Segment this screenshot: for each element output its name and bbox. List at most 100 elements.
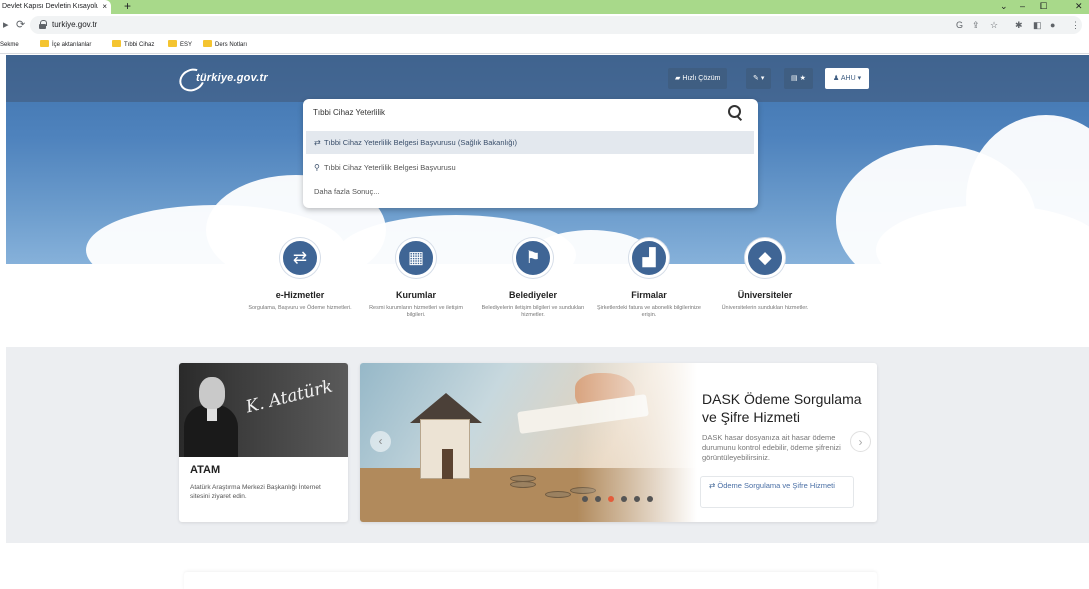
browser-tab-bar: Devlet Kapısı Devletin Kısayolu × + ⌄ – … — [0, 0, 1089, 14]
house-door-shape — [442, 449, 453, 479]
category-title: Firmalar — [631, 290, 667, 300]
content-section: K. Atatürk ATAM Atatürk Araştırma Merkez… — [6, 347, 1089, 543]
slide-link-label: Ödeme Sorgulama ve Şifre Hizmeti — [717, 481, 835, 490]
hand-shape — [575, 373, 635, 411]
user-name: AHU — [840, 75, 856, 82]
coin-stack — [545, 491, 571, 498]
graduation-cap-icon: ◆ — [745, 238, 785, 278]
category-desc: Üniversitelerin sundukları hizmetler. — [721, 305, 809, 311]
slider-dot[interactable] — [582, 496, 588, 502]
quick-solution-label: Hızlı Çözüm — [682, 75, 721, 82]
refresh-icon: ⇄ — [280, 238, 320, 278]
bookmark-star-icon[interactable]: ☆ — [990, 19, 998, 31]
coin-stack — [570, 487, 596, 494]
new-tab-button[interactable]: + — [124, 0, 131, 13]
slider-dot[interactable] — [595, 496, 601, 502]
search-icon: ⚲ — [314, 163, 320, 172]
news-slider: ‹ › DASK Ödeme Sorgulama ve Şifre Hizmet… — [360, 363, 877, 522]
bookmarks-bar: Sekme İçe aktarılanlar Tıbbi Cihaz ESY D… — [0, 36, 1089, 54]
category-title: e-Hizmetler — [275, 290, 325, 300]
category-desc: Sorgulama, Başvuru ve Ödeme hizmetleri. — [248, 305, 352, 311]
ataturk-collar — [207, 407, 217, 421]
search-icon[interactable] — [727, 104, 743, 120]
slider-dot[interactable] — [608, 496, 614, 502]
category-desc: Resmi kurumların hizmetleri ve iletişim … — [369, 305, 463, 318]
quick-solution-button[interactable]: ▰ Hızlı Çözüm — [668, 68, 728, 89]
chevron-down-icon: ▾ — [760, 75, 765, 82]
search-panel: ⇄Tıbbi Cihaz Yeterlilik Belgesi Başvurus… — [303, 99, 758, 208]
slider-prev-button[interactable]: ‹ — [370, 431, 391, 452]
logo-text: türkiye.gov.tr — [196, 72, 268, 84]
tab-search-icon[interactable]: ⌄ — [1000, 0, 1008, 13]
coin-stack — [510, 475, 536, 482]
ataturk-photo: K. Atatürk — [179, 363, 348, 457]
category-desc: Belediyelerin iletişim bilgileri ve sund… — [481, 305, 585, 318]
search-input[interactable] — [313, 104, 713, 120]
bottom-card — [184, 572, 877, 589]
wrench-icon: ✎ — [753, 75, 759, 82]
url-text: turkiye.gov.tr — [52, 20, 98, 29]
category-row: ⇄ e-Hizmetler Sorgulama, Başvuru ve Ödem… — [6, 238, 1089, 346]
slider-dot[interactable] — [621, 496, 627, 502]
browser-toolbar: ▸ ⟳ turkiye.gov.tr G ⇪ ☆ ✱ ◧ ● ⋮ — [0, 14, 1089, 36]
suggestion-label: Tıbbi Cihaz Yeterlilik Belgesi Başvurusu — [324, 163, 456, 172]
signpost-icon: ⚑ — [513, 238, 553, 278]
side-panel-icon[interactable]: ◧ — [1033, 19, 1042, 31]
tools-dropdown-button[interactable]: ✎ ▾ — [746, 68, 772, 89]
reload-icon[interactable]: ⟳ — [16, 18, 25, 32]
ataturk-signature: K. Atatürk — [243, 376, 335, 418]
bookmark-sekme[interactable]: Sekme — [0, 39, 19, 51]
slider-dot[interactable] — [634, 496, 640, 502]
id-card-icon: ▤ — [791, 75, 798, 82]
lock-icon[interactable] — [39, 20, 47, 29]
bookmark-esy[interactable]: ESY — [180, 39, 192, 51]
user-menu-button[interactable]: ♟ AHU ▾ — [825, 68, 870, 89]
tab-close-icon[interactable]: × — [102, 0, 107, 14]
category-desc: Şirketlerdeki fatura ve abonelik bilgile… — [597, 305, 701, 318]
ataturk-portrait — [199, 377, 225, 409]
address-bar[interactable]: turkiye.gov.tr G ⇪ ☆ ✱ ◧ ● ⋮ — [30, 16, 1082, 34]
coin-stack — [510, 481, 536, 488]
maximize-icon[interactable]: ⧠ — [1040, 0, 1047, 13]
page: türkiye.gov.tr ▰ Hızlı Çözüm ✎ ▾ ▤ ★ ♟ A… — [6, 55, 1089, 589]
category-title: Belediyeler — [508, 290, 558, 300]
close-window-icon[interactable]: ✕ — [1075, 0, 1083, 13]
atam-title: ATAM — [190, 464, 221, 476]
category-title: Üniversiteler — [737, 290, 793, 300]
browser-tab-title: Devlet Kapısı Devletin Kısayolu — [2, 3, 98, 10]
browser-tab[interactable]: Devlet Kapısı Devletin Kısayolu × — [0, 0, 111, 14]
suggestion-item[interactable]: ⇄ Tıbbi Cihaz Yeterlilik Belgesi Başvurus… — [306, 131, 754, 154]
slider-dot[interactable] — [647, 496, 653, 502]
slide-link-button[interactable]: ⇄ Ödeme Sorgulama ve Şifre Hizmeti — [700, 476, 854, 508]
profile-icon[interactable]: ● — [1050, 19, 1055, 31]
star-icon: ★ — [799, 75, 806, 82]
category-title: Kurumlar — [395, 290, 436, 300]
factory-icon: ▟ — [629, 238, 669, 278]
slide-desc: DASK hasar dosyanıza ait hasar ödeme dur… — [702, 433, 841, 462]
cards-favorites-button[interactable]: ▤ ★ — [784, 68, 813, 89]
chevron-down-icon: ▾ — [857, 75, 862, 82]
menu-icon[interactable]: ⋮ — [1071, 19, 1080, 31]
suggestion-item[interactable]: ⚲ Tıbbi Cihaz Yeterlilik Belgesi Başvurus… — [306, 156, 754, 179]
extensions-icon[interactable]: ✱ — [1015, 19, 1023, 31]
building-icon: ▦ — [396, 238, 436, 278]
folder-icon — [40, 40, 49, 47]
google-icon[interactable]: G — [956, 19, 963, 31]
more-results-link[interactable]: Daha fazla Sonuç... — [306, 180, 754, 203]
folder-icon — [168, 40, 177, 47]
bookmark-ice-aktarilanlar[interactable]: İçe aktarılanlar — [52, 39, 91, 51]
site-header — [6, 55, 1089, 102]
forward-icon[interactable]: ▸ — [3, 18, 9, 32]
bookmark-tibbi-cihaz[interactable]: Tıbbi Cihaz — [124, 39, 154, 51]
folder-icon — [112, 40, 121, 47]
slide-title: DASK Ödeme Sorgulama ve Şifre Hizmeti — [702, 391, 862, 425]
suggestion-label: Tıbbi Cihaz Yeterlilik Belgesi Başvurusu… — [324, 138, 518, 147]
user-icon: ♟ — [833, 75, 841, 82]
share-icon[interactable]: ⇪ — [972, 19, 980, 31]
minimize-icon[interactable]: – — [1020, 0, 1025, 13]
book-shape — [517, 394, 649, 434]
more-results-label: Daha fazla Sonuç... — [314, 187, 380, 196]
bookmark-ders-notlari[interactable]: Ders Notları — [215, 39, 247, 51]
atam-desc: Atatürk Araştırma Merkezi Başkanlığı İnt… — [190, 484, 321, 500]
atam-card[interactable]: K. Atatürk ATAM Atatürk Araştırma Merkez… — [179, 363, 348, 522]
